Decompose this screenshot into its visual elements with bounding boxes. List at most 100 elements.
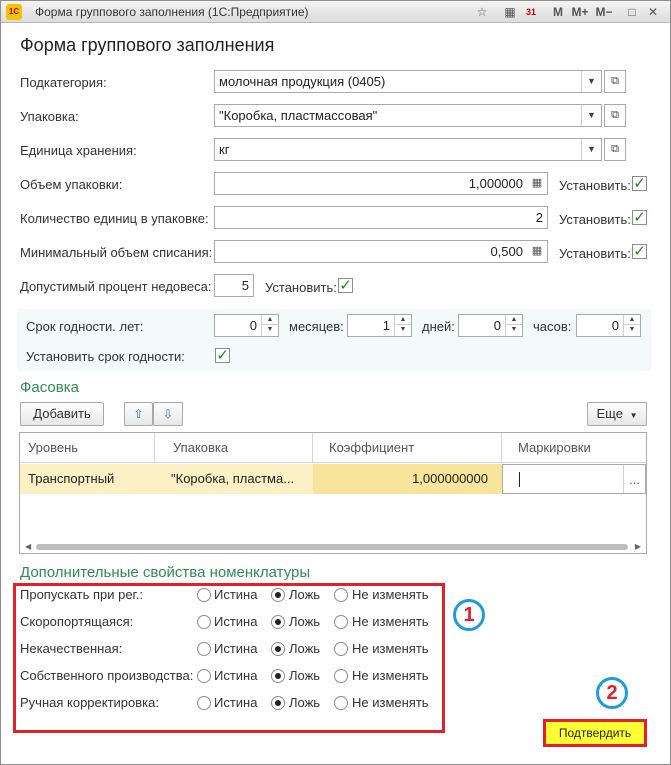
cell-level[interactable]: Транспортный [20,464,155,494]
pack-volume-set-checkbox[interactable]: ✓ [632,176,647,191]
col-marking-header[interactable]: Маркировки [502,433,646,463]
col-level-header[interactable]: Уровень [20,433,155,463]
ellipsis-icon[interactable]: ... [623,465,645,493]
open-packaging-button[interactable]: ⧉ [604,104,626,127]
memory-m-button[interactable]: M [550,3,566,21]
radio-option-2[interactable] [334,588,348,602]
spin-up-icon[interactable]: ▲ [395,315,411,325]
radio-option-label[interactable]: Ложь [289,641,320,656]
radio-option-2[interactable] [334,642,348,656]
spin-down-icon[interactable]: ▼ [262,325,278,335]
calculator-icon[interactable]: ▦ [502,3,518,21]
min-writeoff-field[interactable]: 0,500 ▦ [214,240,548,263]
calculator-icon[interactable]: ▦ [527,241,547,262]
form-window: 1C Форма группового заполнения (1С:Предп… [0,0,671,765]
scroll-right-icon[interactable]: ▶ [635,541,641,553]
confirm-button[interactable]: Подтвердить [543,719,647,747]
underweight-set-checkbox[interactable]: ✓ [338,278,353,293]
scroll-left-icon[interactable]: ◀ [25,541,31,553]
min-writeoff-set-checkbox[interactable]: ✓ [632,244,647,259]
open-storage-unit-button[interactable]: ⧉ [604,138,626,161]
shelf-days-field[interactable]: 0 ▲ ▼ [458,314,523,337]
radio-option-0[interactable] [197,615,211,629]
open-subcategory-button[interactable]: ⧉ [604,70,626,93]
chevron-down-icon[interactable]: ▼ [581,71,601,92]
shelf-set-checkbox[interactable]: ✓ [215,348,230,363]
spin-up-icon[interactable]: ▲ [506,315,522,325]
favorite-star-icon[interactable]: ☆ [474,3,490,21]
radio-option-0[interactable] [197,696,211,710]
subcategory-field[interactable]: молочная продукция (0405) ▼ [214,70,602,93]
radio-option-label[interactable]: Истина [214,668,257,683]
radio-option-1[interactable] [271,588,285,602]
underweight-label: Допустимый процент недовеса: [20,279,212,294]
col-package-header[interactable]: Упаковка [155,433,313,463]
cell-marking-input[interactable]: ... [502,464,646,494]
chevron-down-icon[interactable]: ▼ [581,139,601,160]
more-button[interactable]: Еще ▼ [587,402,647,426]
shelf-months-field[interactable]: 1 ▲ ▼ [347,314,412,337]
radio-option-1[interactable] [271,669,285,683]
underweight-field[interactable]: 5 [214,274,254,297]
pack-volume-field[interactable]: 1,000000 ▦ [214,172,548,195]
col-coef-header[interactable]: Коэффициент [313,433,502,463]
packaging-field[interactable]: "Коробка, пластмассовая" ▼ [214,104,602,127]
radio-option-label[interactable]: Ложь [289,695,320,710]
days-spinner[interactable]: ▲ ▼ [505,315,522,336]
radio-option-1[interactable] [271,642,285,656]
shelf-hours-field[interactable]: 0 ▲ ▼ [576,314,641,337]
move-down-button[interactable]: ⇩ [153,402,183,426]
radio-option-label[interactable]: Истина [214,641,257,656]
chevron-down-icon: ▼ [629,411,638,420]
storage-unit-field[interactable]: кг ▼ [214,138,602,161]
spin-down-icon[interactable]: ▼ [395,325,411,335]
min-writeoff-label: Минимальный объем списания: [20,245,213,260]
title-bar: 1C Форма группового заполнения (1С:Предп… [1,1,670,23]
radio-option-2[interactable] [334,615,348,629]
radio-option-label[interactable]: Не изменять [352,614,429,629]
months-spinner[interactable]: ▲ ▼ [394,315,411,336]
spin-down-icon[interactable]: ▼ [506,325,522,335]
units-in-pack-set-checkbox[interactable]: ✓ [632,210,647,225]
memory-minus-button[interactable]: M− [594,3,614,21]
cell-coef[interactable]: 1,000000000 [313,464,502,494]
radio-option-label[interactable]: Не изменять [352,668,429,683]
memory-plus-button[interactable]: M+ [570,3,590,21]
spin-up-icon[interactable]: ▲ [624,315,640,325]
table-row[interactable]: Транспортный "Коробка, пластма... 1,0000… [20,464,646,494]
horizontal-scrollbar[interactable]: ◀ ▶ [20,541,646,553]
years-spinner[interactable]: ▲ ▼ [261,315,278,336]
chevron-down-icon[interactable]: ▼ [581,105,601,126]
spin-down-icon[interactable]: ▼ [624,325,640,335]
units-in-pack-field[interactable]: 2 [214,206,548,229]
shelf-years-label: Срок годности. лет: [26,319,144,334]
radio-option-1[interactable] [271,615,285,629]
radio-option-0[interactable] [197,588,211,602]
radio-option-0[interactable] [197,642,211,656]
radio-option-label[interactable]: Не изменять [352,641,429,656]
radio-option-label[interactable]: Истина [214,587,257,602]
shelf-years-field[interactable]: 0 ▲ ▼ [214,314,279,337]
radio-option-1[interactable] [271,696,285,710]
radio-option-label[interactable]: Истина [214,695,257,710]
calendar-icon[interactable]: 31 [523,3,539,21]
scroll-thumb[interactable] [36,544,628,550]
maximize-icon[interactable]: □ [625,3,639,21]
radio-option-label[interactable]: Истина [214,614,257,629]
radio-option-label[interactable]: Ложь [289,587,320,602]
radio-option-0[interactable] [197,669,211,683]
radio-option-label[interactable]: Не изменять [352,587,429,602]
radio-option-2[interactable] [334,669,348,683]
radio-option-2[interactable] [334,696,348,710]
hours-spinner[interactable]: ▲ ▼ [623,315,640,336]
add-button[interactable]: Добавить [20,402,104,426]
spin-up-icon[interactable]: ▲ [262,315,278,325]
storage-unit-value: кг [219,142,230,157]
radio-option-label[interactable]: Ложь [289,614,320,629]
cell-package[interactable]: "Коробка, пластма... [155,464,313,494]
close-icon[interactable]: ✕ [645,3,661,21]
radio-option-label[interactable]: Ложь [289,668,320,683]
calculator-icon[interactable]: ▦ [527,173,547,194]
radio-option-label[interactable]: Не изменять [352,695,429,710]
move-up-button[interactable]: ⇧ [124,402,153,426]
